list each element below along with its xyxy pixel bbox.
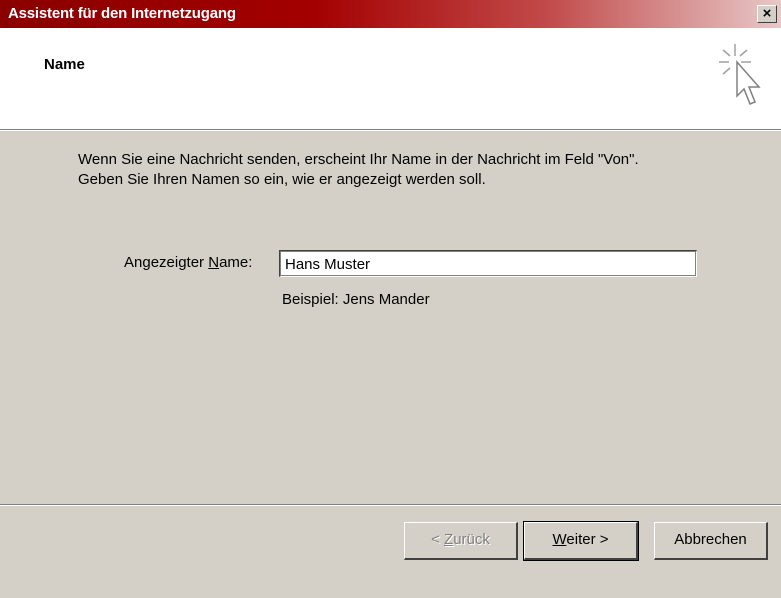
footer-separator-highlight	[0, 505, 781, 506]
display-name-label-prefix: Angezeigter	[124, 254, 209, 271]
description: Wenn Sie eine Nachricht senden, erschein…	[78, 150, 758, 190]
title-bar: Assistent für den Internetzugang ×	[0, 0, 781, 28]
next-button-mnemonic: W	[552, 531, 567, 548]
wizard-cursor-icon	[719, 44, 761, 105]
back-button-suffix: urück	[453, 531, 490, 548]
display-name-label-suffix: ame:	[219, 254, 253, 271]
close-icon: ×	[762, 5, 772, 22]
display-name-label: Angezeigter Name:	[124, 254, 252, 271]
display-name-input[interactable]	[279, 250, 697, 277]
next-button-suffix: eiter >	[566, 531, 609, 548]
window-title: Assistent für den Internetzugang	[8, 5, 236, 22]
back-button[interactable]: < Zurück	[404, 522, 518, 560]
description-line-2: Geben Sie Ihren Namen so ein, wie er ang…	[78, 171, 486, 188]
display-name-label-mnemonic: N	[208, 254, 220, 271]
wizard-header: Name	[0, 28, 781, 130]
header-separator	[0, 130, 781, 131]
next-button[interactable]: Weiter >	[523, 521, 639, 561]
description-line-1: Wenn Sie eine Nachricht senden, erschein…	[78, 151, 639, 168]
cancel-button[interactable]: Abbrechen	[654, 522, 768, 560]
example-text: Beispiel: Jens Mander	[282, 291, 430, 308]
back-button-mnemonic: Z	[444, 531, 454, 548]
close-button[interactable]: ×	[757, 5, 777, 23]
page-heading: Name	[44, 56, 85, 73]
back-button-prefix: <	[431, 531, 445, 548]
